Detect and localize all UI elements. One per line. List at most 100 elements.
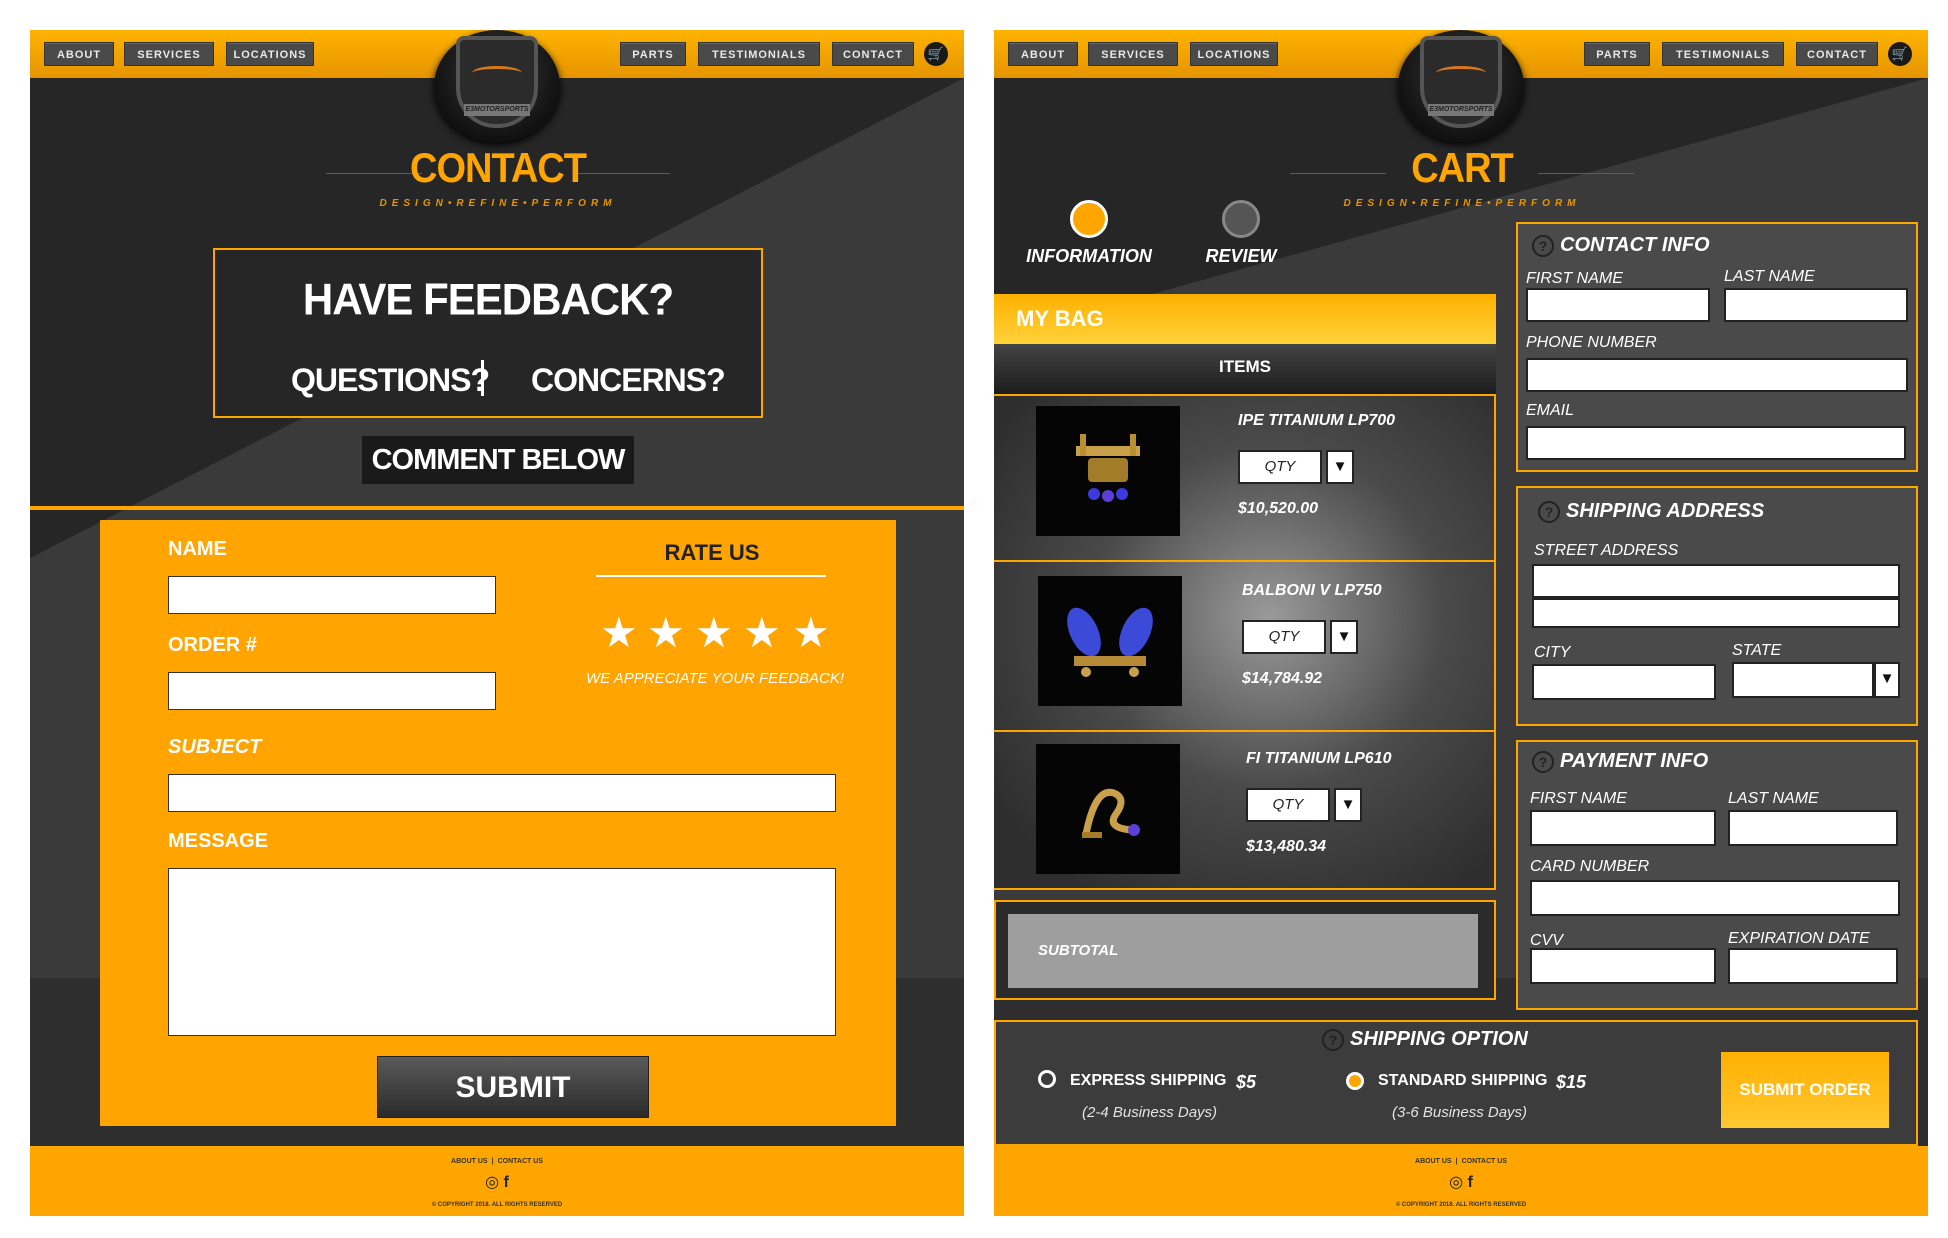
nav-services[interactable]: SERVICES: [1088, 42, 1178, 66]
nav-about[interactable]: ABOUT: [1008, 42, 1078, 66]
star-icon-2[interactable]: ★: [647, 612, 685, 654]
quantity-select[interactable]: QTY: [1246, 788, 1330, 822]
footer-about-link[interactable]: ABOUT US: [451, 1158, 488, 1165]
nav-testimonials[interactable]: TESTIMONIALS: [698, 42, 820, 66]
standard-shipping-label[interactable]: STANDARD SHIPPING: [1378, 1072, 1548, 1090]
chevron-down-icon[interactable]: ▼: [1326, 450, 1354, 484]
logo-text: E3MOTORSPORTS: [1428, 104, 1494, 116]
cart-items-list: IPE TITANIUM LP700 QTY ▼ $10,520.00 BALB…: [994, 394, 1496, 890]
footer-contact-link[interactable]: CONTACT US: [498, 1158, 543, 1165]
section-divider: [30, 506, 964, 510]
nav-contact[interactable]: CONTACT: [1796, 42, 1878, 66]
state-select[interactable]: [1732, 662, 1874, 698]
cart-page: ABOUT SERVICES LOCATIONS PARTS TESTIMONI…: [994, 30, 1928, 1216]
copyright-text: © COPYRIGHT 2018. ALL RIGHTS RESERVED: [1395, 1202, 1527, 1208]
card-number-input[interactable]: [1530, 880, 1900, 916]
submit-button[interactable]: SUBMIT: [377, 1056, 649, 1118]
payment-info-panel: ? PAYMENT INFO FIRST NAME LAST NAME CARD …: [1516, 740, 1918, 1010]
product-image-exhaust[interactable]: [1036, 406, 1180, 536]
step-information-label[interactable]: INFORMATION: [1009, 246, 1169, 267]
instagram-icon[interactable]: ◎: [485, 1174, 499, 1191]
cart-icon[interactable]: 🛒: [924, 42, 948, 66]
express-shipping-radio[interactable]: [1038, 1070, 1056, 1088]
step-review-label[interactable]: REVIEW: [1161, 246, 1321, 267]
express-shipping-label[interactable]: EXPRESS SHIPPING: [1070, 1072, 1227, 1090]
state-label: STATE: [1732, 642, 1782, 659]
social-icons: ◎ f: [30, 1172, 964, 1192]
expiration-date-input[interactable]: [1728, 948, 1898, 984]
step-information-indicator[interactable]: [1070, 200, 1108, 238]
chevron-down-icon[interactable]: ▼: [1330, 620, 1358, 654]
nav-testimonials[interactable]: TESTIMONIALS: [1662, 42, 1784, 66]
help-icon[interactable]: ?: [1532, 234, 1554, 257]
nav-parts[interactable]: PARTS: [1584, 42, 1650, 66]
help-icon[interactable]: ?: [1322, 1028, 1344, 1051]
nav-parts[interactable]: PARTS: [620, 42, 686, 66]
concerns-text: CONCERNS?: [531, 362, 726, 398]
social-icons: ◎ f: [994, 1172, 1928, 1192]
help-icon[interactable]: ?: [1538, 500, 1560, 523]
item-price: $10,520.00: [1238, 500, 1319, 517]
facebook-icon[interactable]: f: [504, 1174, 509, 1191]
page-title: CONTACT: [410, 145, 587, 193]
order-number-input[interactable]: [168, 672, 496, 710]
city-input[interactable]: [1532, 664, 1716, 700]
shipping-option-title-text: SHIPPING OPTION: [1350, 1028, 1528, 1050]
item-price: $13,480.34: [1246, 838, 1327, 855]
submit-order-button[interactable]: SUBMIT ORDER: [1721, 1052, 1889, 1128]
contact-last-name-input[interactable]: [1724, 288, 1908, 322]
rate-us-title: RATE US: [664, 540, 760, 565]
street-address-input-1[interactable]: [1532, 564, 1900, 598]
contact-first-name-input[interactable]: [1526, 288, 1710, 322]
footer: ABOUT US | CONTACT US ◎ f © COPYRIGHT 2018…: [30, 1146, 964, 1216]
phone-input[interactable]: [1526, 358, 1908, 392]
chevron-down-icon[interactable]: ▼: [1334, 788, 1362, 822]
star-icon-3[interactable]: ★: [695, 612, 733, 654]
payment-first-name-input[interactable]: [1530, 810, 1716, 846]
product-image-exhaust[interactable]: [1038, 576, 1182, 706]
nav-locations[interactable]: LOCATIONS: [226, 42, 314, 66]
street-address-input-2[interactable]: [1532, 598, 1900, 628]
quantity-select[interactable]: QTY: [1242, 620, 1326, 654]
email-input[interactable]: [1526, 426, 1906, 460]
tagline: DESIGN•REFINE•PERFORM: [1343, 198, 1581, 209]
brand-logo[interactable]: E3MOTORSPORTS: [1398, 30, 1524, 142]
footer-contact-link[interactable]: CONTACT US: [1462, 1158, 1507, 1165]
chevron-down-icon[interactable]: ▼: [1874, 662, 1900, 698]
message-textarea[interactable]: [168, 868, 836, 1036]
name-input[interactable]: [168, 576, 496, 614]
brand-logo[interactable]: E3MOTORSPORTS: [434, 30, 560, 142]
page-title: CART: [1411, 145, 1514, 193]
footer-links: ABOUT US | CONTACT US: [451, 1158, 543, 1165]
quantity-select[interactable]: QTY: [1238, 450, 1322, 484]
logo-swoosh: [1436, 66, 1486, 80]
help-icon[interactable]: ?: [1532, 750, 1554, 773]
nav-contact[interactable]: CONTACT: [832, 42, 914, 66]
star-icon-1[interactable]: ★: [600, 612, 638, 654]
facebook-icon[interactable]: f: [1468, 1174, 1473, 1191]
logo-swoosh: [472, 66, 522, 80]
feedback-banner: HAVE FEEDBACK? QUESTIONS? CONCERNS?: [213, 248, 763, 418]
street-address-label: STREET ADDRESS: [1534, 542, 1679, 559]
shipping-address-title-text: SHIPPING ADDRESS: [1566, 500, 1765, 522]
contact-info-panel: ? CONTACT INFO FIRST NAME LAST NAME PHONE…: [1516, 222, 1918, 472]
exhaust-icon: [1067, 607, 1153, 677]
step-review-indicator[interactable]: [1222, 200, 1260, 238]
nav-about[interactable]: ABOUT: [44, 42, 114, 66]
standard-shipping-radio[interactable]: [1346, 1072, 1364, 1090]
footer-about-link[interactable]: ABOUT US: [1415, 1158, 1452, 1165]
star-icon-4[interactable]: ★: [743, 612, 781, 654]
cvv-input[interactable]: [1530, 948, 1716, 984]
comment-below-label: COMMENT BELOW: [362, 436, 634, 484]
subject-input[interactable]: [168, 774, 836, 812]
footer: ABOUT US | CONTACT US ◎ f © COPYRIGHT 2018…: [994, 1146, 1928, 1216]
payment-last-name-input[interactable]: [1728, 810, 1898, 846]
name-label: NAME: [168, 538, 227, 560]
star-icon-5[interactable]: ★: [792, 612, 830, 654]
cart-icon[interactable]: 🛒: [1888, 42, 1912, 66]
instagram-icon[interactable]: ◎: [1449, 1174, 1463, 1191]
nav-services[interactable]: SERVICES: [124, 42, 214, 66]
nav-locations[interactable]: LOCATIONS: [1190, 42, 1278, 66]
item-divider: [994, 560, 1494, 562]
product-image-exhaust[interactable]: [1036, 744, 1180, 874]
